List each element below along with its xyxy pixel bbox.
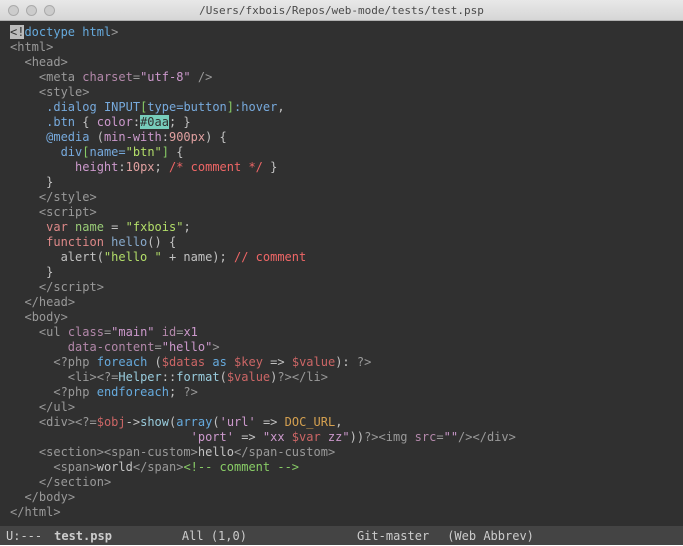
modeline-position: All (1,0)	[182, 529, 247, 543]
window-title: /Users/fxbois/Repos/web-mode/tests/test.…	[0, 4, 683, 17]
cursor: <!	[10, 25, 24, 39]
code-editor[interactable]: <!doctype html> <html> <head> <meta char…	[0, 21, 683, 526]
modeline-file: test.psp	[54, 529, 112, 543]
modeline-encoding: U:---	[6, 529, 42, 543]
mode-line: U:--- test.psp All (1,0) Git-master (Web…	[0, 526, 683, 545]
modeline-modes: (Web Abbrev)	[447, 529, 534, 543]
window-titlebar: /Users/fxbois/Repos/web-mode/tests/test.…	[0, 0, 683, 21]
modeline-vc: Git-master	[357, 529, 429, 543]
